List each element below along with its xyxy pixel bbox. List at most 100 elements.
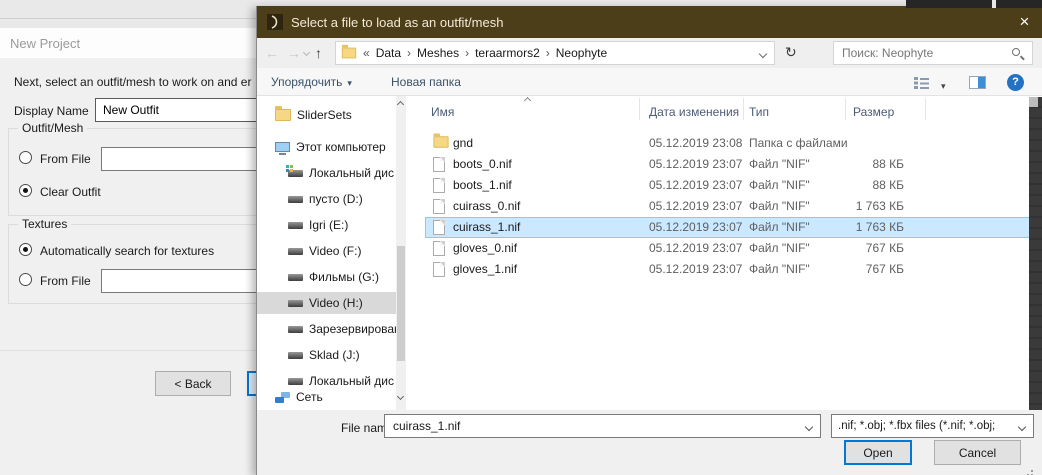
sidebar-item-slidersets[interactable]: SliderSets [257, 104, 396, 126]
scroll-up-icon[interactable] [397, 101, 404, 108]
scrollbar-thumb[interactable] [397, 246, 405, 361]
sidebar-item-drive-f[interactable]: Video (F:) [257, 240, 396, 262]
file-row-cuirass0[interactable]: cuirass_0.nif05.12.2019 23:07Файл "NIF"1… [425, 196, 1030, 217]
sidebar-item-drive-i[interactable]: Зарезервирован [257, 318, 396, 340]
new-folder-button[interactable]: Новая папка [391, 75, 461, 89]
column-separator[interactable] [845, 98, 846, 120]
address-bar[interactable]: « Data › Meshes › teraarmors2 › Neophyte [335, 41, 775, 65]
radio-label: From File [40, 274, 91, 288]
divider [0, 350, 256, 351]
radio-textures-from-file[interactable] [19, 273, 32, 286]
file-name-input[interactable] [385, 415, 795, 437]
view-mode-icon[interactable] [914, 77, 930, 89]
file-size: 88 КБ [804, 154, 904, 175]
sort-ascending-icon [524, 97, 531, 104]
breadcrumb-segment[interactable]: teraarmors2 [475, 46, 540, 60]
breadcrumb-segment[interactable]: Meshes [417, 46, 459, 60]
outfit-from-file-input[interactable] [101, 147, 257, 171]
drive-icon [288, 222, 303, 229]
history-chevron-icon[interactable] [303, 49, 310, 56]
column-header-type[interactable]: Тип [749, 105, 769, 119]
column-header-size[interactable]: Размер [853, 105, 894, 119]
close-icon[interactable]: × [1006, 6, 1042, 38]
up-arrow-icon[interactable]: ↑ [315, 45, 322, 61]
new-project-title: New Project [10, 36, 80, 51]
chevron-down-icon[interactable] [1018, 423, 1026, 431]
file-size: 1 763 КБ [804, 217, 904, 238]
new-folder-label: Новая папка [391, 75, 461, 89]
file-icon [433, 199, 445, 214]
sidebar-item-label: Этот компьютер [296, 140, 386, 154]
background-window-edge [906, 0, 1042, 8]
file-row-gloves1[interactable]: gloves_1.nif05.12.2019 23:07Файл "NIF"76… [425, 259, 1030, 280]
sidebar-item-label: Video (F:) [309, 244, 361, 258]
sidebar-item-drive-j[interactable]: Sklad (J:) [257, 344, 396, 366]
file-type: Папка с файлами [749, 133, 848, 154]
textures-from-file-input[interactable] [101, 269, 257, 293]
breadcrumb-segment[interactable]: Data [376, 46, 401, 60]
drive-icon [288, 274, 303, 281]
column-header-name[interactable]: Имя [431, 105, 454, 119]
forward-arrow-icon[interactable]: → [287, 45, 301, 61]
dialog-title: Select a file to load as an outfit/mesh [291, 15, 503, 30]
help-icon[interactable]: ? [1007, 74, 1024, 91]
file-row-gloves0[interactable]: gloves_0.nif05.12.2019 23:07Файл "NIF"76… [425, 238, 1030, 259]
radio-auto-textures[interactable] [19, 243, 32, 256]
back-arrow-icon[interactable]: ← [265, 45, 279, 61]
sidebar-item-drive-d[interactable]: пусто (D:) [257, 188, 396, 210]
drive-icon [288, 326, 303, 333]
file-type: Файл "NIF" [749, 175, 810, 196]
file-name-combo[interactable] [384, 414, 821, 438]
file-row-boots0[interactable]: boots_0.nif05.12.2019 23:07Файл "NIF"88 … [425, 154, 1030, 175]
file-type-combo[interactable]: .nif; *.obj; *.fbx files (*.nif; *.obj; [831, 414, 1034, 438]
view-mode-chevron-icon[interactable]: ▾ [941, 81, 946, 92]
file-date: 05.12.2019 23:07 [649, 217, 742, 238]
file-row-boots1[interactable]: boots_1.nif05.12.2019 23:07Файл "NIF"88 … [425, 175, 1030, 196]
refresh-icon[interactable]: ↻ [785, 44, 797, 60]
breadcrumb-separator: › [546, 46, 550, 60]
intro-text: Next, select an outfit/mesh to work on a… [14, 75, 251, 89]
address-dropdown-icon[interactable] [759, 50, 767, 58]
column-separator[interactable] [639, 98, 640, 120]
sidebar-scrollbar[interactable] [396, 96, 406, 410]
breadcrumb-segment[interactable]: Neophyte [556, 46, 607, 60]
organize-button[interactable]: Упорядочить▾ [271, 75, 352, 89]
search-input[interactable] [834, 42, 1006, 64]
column-separator[interactable] [743, 98, 744, 120]
radio-clear-outfit[interactable] [19, 184, 32, 197]
bottom-bar: File name: .nif; *.obj; *.fbx files (*.n… [257, 410, 1042, 475]
back-button[interactable]: < Back [155, 371, 231, 396]
folder-icon [275, 109, 291, 121]
display-name-input[interactable] [95, 98, 256, 122]
file-icon [433, 241, 445, 256]
drive-icon [288, 378, 303, 385]
column-header-date[interactable]: Дата изменения [649, 105, 739, 119]
sidebar-item-label: SliderSets [297, 108, 352, 122]
sidebar-item-this-pc[interactable]: Этот компьютер [257, 136, 396, 158]
file-open-dialog: Select a file to load as an outfit/mesh … [256, 6, 1042, 475]
cancel-button[interactable]: Cancel [934, 440, 1021, 465]
file-icon [433, 220, 445, 235]
file-row-cuirass1-selected[interactable]: cuirass_1.nif05.12.2019 23:07Файл "NIF"1… [425, 217, 1030, 238]
group-label: Outfit/Mesh [18, 121, 87, 135]
sidebar-item-network[interactable]: Сеть [257, 386, 396, 408]
toolbar: Упорядочить▾ Новая папка ▾ ? [257, 68, 1042, 96]
open-button[interactable]: Open [844, 440, 912, 465]
sidebar-item-local-disk-c[interactable]: Локальный дис [257, 162, 396, 184]
column-separator[interactable] [925, 98, 926, 120]
sidebar-item-drive-g[interactable]: Фильмы (G:) [257, 266, 396, 288]
search-box[interactable] [833, 41, 1033, 65]
scroll-down-icon[interactable] [397, 393, 404, 400]
file-type: Файл "NIF" [749, 154, 810, 175]
sidebar-item-drive-e[interactable]: Igri (E:) [257, 214, 396, 236]
file-size: 1 763 КБ [804, 196, 904, 217]
sidebar-item-drive-h[interactable]: Video (H:) [257, 292, 396, 314]
resize-grip[interactable] [1023, 462, 1033, 472]
breadcrumb-separator: › [407, 46, 411, 60]
file-row-gnd[interactable]: gnd05.12.2019 23:08Папка с файлами [425, 133, 1030, 154]
address-row: ← → ↑ « Data › Meshes › teraarmors2 › Ne… [257, 38, 1042, 68]
file-type: Файл "NIF" [749, 238, 810, 259]
radio-outfit-from-file[interactable] [19, 151, 32, 164]
preview-pane-icon[interactable] [969, 76, 986, 89]
chevron-down-icon[interactable] [805, 423, 813, 431]
